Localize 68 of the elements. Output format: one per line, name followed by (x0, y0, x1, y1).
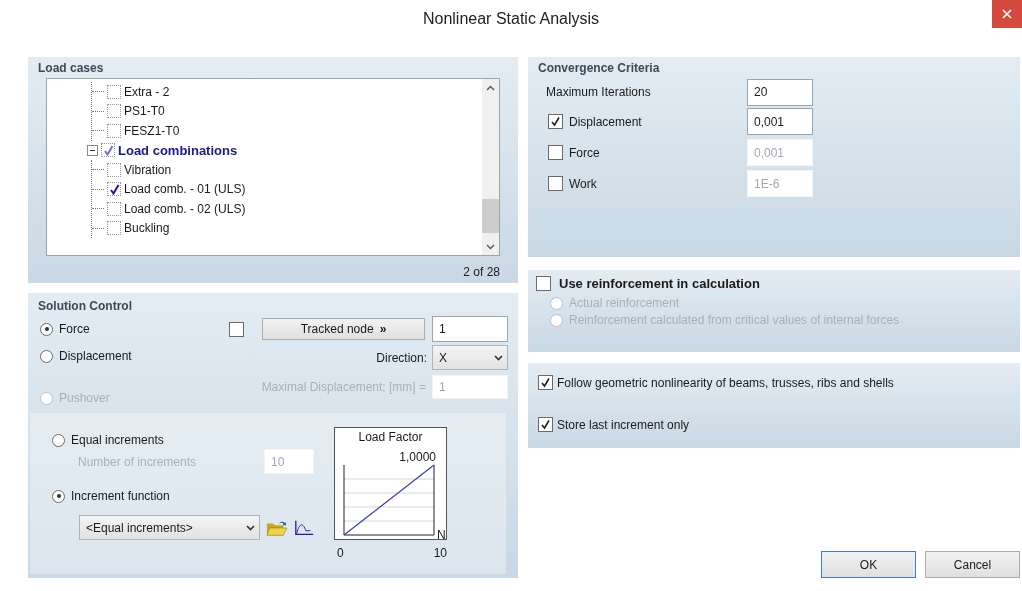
checkbox[interactable] (548, 176, 563, 191)
radio-option[interactable]: Displacement (40, 349, 132, 363)
tree-item[interactable]: Buckling (124, 221, 170, 236)
tree-item[interactable]: Load combinations (118, 142, 238, 158)
axis-value-label: 0 (337, 546, 344, 560)
axis-value-label: 10 (433, 546, 447, 560)
tree-checkbox[interactable] (107, 221, 121, 236)
panel-title: Solution Control (37, 299, 133, 313)
tree-checkbox[interactable] (107, 162, 121, 177)
tree-checkbox[interactable] (101, 143, 115, 158)
reinforcement-label: Use reinforcement in calculation (559, 276, 760, 291)
tree-checkbox[interactable] (107, 123, 121, 138)
chevron-down-icon (246, 524, 256, 531)
checkbox[interactable] (548, 145, 563, 160)
tree-item[interactable]: PS1-T0 (124, 104, 165, 119)
item-counter: 2 of 28 (463, 265, 500, 279)
tree-checkbox[interactable] (107, 104, 121, 119)
checkbox[interactable] (229, 321, 244, 337)
radio-button[interactable] (52, 489, 65, 503)
tree-item[interactable]: Extra - 2 (124, 84, 170, 99)
window-title: Nonlinear Static Analysis (422, 10, 600, 28)
criterion-label: Force (569, 145, 600, 160)
radio-option[interactable]: Force (40, 322, 90, 336)
close-button[interactable] (992, 0, 1022, 28)
option-label: Store last increment only (557, 417, 690, 432)
criterion-label: Work (569, 176, 597, 191)
scroll-thumb[interactable] (482, 198, 499, 233)
max-iterations-label: Maximum Iterations (546, 85, 652, 99)
scrollbar[interactable] (482, 79, 499, 255)
direction-dropdown[interactable]: X (432, 345, 508, 370)
max-iterations-field[interactable]: 20 (747, 78, 813, 106)
tree-item[interactable]: Load comb. - 02 (ULS) (124, 201, 246, 216)
node-field[interactable]: 1 (432, 316, 508, 342)
tree-item[interactable]: Load comb. - 01 (ULS) (124, 182, 246, 197)
tree-checkbox[interactable] (107, 84, 121, 99)
radio-button[interactable] (40, 322, 53, 336)
function-dropdown[interactable]: <Equal increments> (79, 515, 261, 540)
checkbox[interactable] (538, 375, 553, 390)
checkbox[interactable] (538, 417, 553, 432)
graph-title: Load Factor (358, 430, 423, 444)
axis-label: N (437, 528, 446, 542)
tree-checkbox[interactable] (107, 182, 121, 197)
increments-label: Number of increments (78, 454, 197, 469)
dialog-button[interactable]: Cancel (925, 551, 1020, 578)
close-icon (1002, 9, 1012, 19)
tree-item[interactable]: Vibration (124, 162, 172, 177)
panel-title: Load cases (38, 61, 105, 75)
dialog-button[interactable]: OK (821, 551, 916, 578)
direction-label: Direction: (376, 350, 427, 365)
scroll-up-icon[interactable] (486, 85, 495, 91)
option-label: Follow geometric nonlinearity of beams, trusses, ribs and shells (557, 375, 894, 390)
tracked-node-button[interactable]: Tracked node » (262, 318, 425, 340)
panel-title: Convergence Criteria (538, 61, 661, 75)
radio-option[interactable]: Increment function (52, 489, 314, 503)
checkbox[interactable] (536, 276, 551, 291)
tree-checkbox[interactable] (107, 201, 121, 216)
checkbox[interactable] (548, 114, 563, 129)
radio-button[interactable] (52, 433, 65, 447)
scroll-down-icon[interactable] (486, 244, 495, 250)
radio-option[interactable]: Equal increments (52, 433, 314, 447)
radio-button[interactable] (40, 349, 53, 363)
graph-value-label: 1,0000 (399, 450, 436, 464)
chevron-down-icon (494, 354, 503, 361)
collapse-icon[interactable] (87, 144, 98, 156)
graph-icon[interactable] (294, 518, 314, 537)
tree-item[interactable]: FESZ1-T0 (124, 123, 180, 138)
criterion-label: Displacement (569, 114, 642, 129)
criterion-field[interactable]: 0,001 (747, 108, 813, 135)
